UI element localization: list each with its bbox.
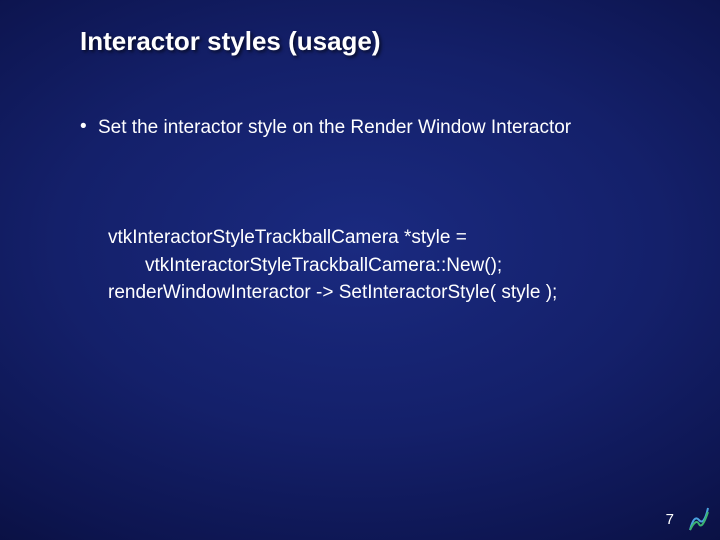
corner-logo-icon <box>684 504 714 534</box>
bullet-item: • Set the interactor style on the Render… <box>80 116 640 141</box>
code-line-3: renderWindowInteractor -> SetInteractorS… <box>108 282 557 303</box>
bullet-text: Set the interactor style on the Render W… <box>98 116 571 141</box>
bullet-marker: • <box>80 116 98 139</box>
code-line-2: vtkInteractorStyleTrackballCamera::New()… <box>108 255 502 276</box>
page-number: 7 <box>666 511 674 528</box>
code-line-1: vtkInteractorStyleTrackballCamera *style… <box>108 227 467 248</box>
code-block: vtkInteractorStyleTrackballCamera *style… <box>108 224 640 307</box>
slide-title: Interactor styles (usage) <box>80 26 381 57</box>
slide: Interactor styles (usage) • Set the inte… <box>0 0 720 540</box>
